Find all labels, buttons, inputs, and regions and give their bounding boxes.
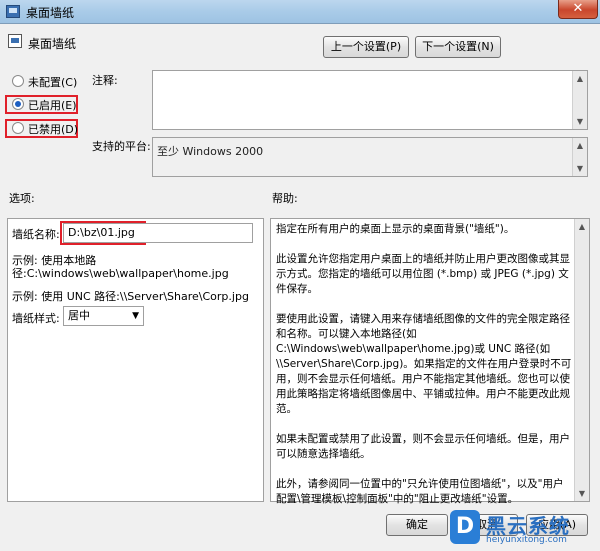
previous-setting-label: 上一个设置(P) xyxy=(330,40,402,53)
comment-label: 注释: xyxy=(92,74,118,87)
wallpaper-name-label: 墙纸名称: xyxy=(12,228,60,241)
policy-dialog: 桌面墙纸 ✕ 桌面墙纸 上一个设置(P) 下一个设置(N) 未配置(C) 已启用… xyxy=(0,0,600,551)
radio-disabled[interactable] xyxy=(12,122,24,134)
wallpaper-style-label: 墙纸样式: xyxy=(12,312,60,325)
scroll-up-icon[interactable]: ▲ xyxy=(573,71,587,86)
previous-setting-button[interactable]: 上一个设置(P) xyxy=(323,36,409,58)
platform-scrollbar[interactable]: ▲ ▼ xyxy=(572,138,587,176)
next-setting-button[interactable]: 下一个设置(N) xyxy=(415,36,501,58)
ok-label: 确定 xyxy=(406,518,428,531)
radio-enabled-label[interactable]: 已启用(E) xyxy=(28,97,77,113)
platform-value: 至少 Windows 2000 xyxy=(157,145,264,158)
wallpaper-name-input[interactable]: D:\bz\01.jpg xyxy=(63,223,253,243)
scroll-down-icon[interactable]: ▼ xyxy=(575,486,589,501)
next-setting-label: 下一个设置(N) xyxy=(422,40,494,53)
help-text: 指定在所有用户的桌面上显示的桌面背景("墙纸")。 此设置允许您指定用户桌面上的… xyxy=(276,222,572,522)
radio-disabled-label[interactable]: 已禁用(D) xyxy=(28,121,78,137)
ok-button[interactable]: 确定 xyxy=(386,514,448,536)
platform-label: 支持的平台: xyxy=(92,140,151,153)
scroll-down-icon[interactable]: ▼ xyxy=(573,161,587,176)
radio-enabled[interactable] xyxy=(12,98,24,110)
help-scrollbar[interactable]: ▲ ▼ xyxy=(574,219,589,501)
setting-icon xyxy=(8,34,22,48)
chevron-down-icon: ▼ xyxy=(132,311,139,321)
example-local-line2: 径:C:\windows\web\wallpaper\home.jpg xyxy=(12,267,229,280)
help-label: 帮助: xyxy=(272,192,298,205)
options-label: 选项: xyxy=(9,192,35,205)
help-paragraph: 此设置允许您指定用户桌面上的墙纸并防止用户更改图像或其显示方式。您指定的墙纸可以… xyxy=(276,253,570,295)
radio-not-configured[interactable] xyxy=(12,75,24,87)
help-paragraph: 此外，请参阅同一位置中的"只允许使用位图墙纸"，以及"用户配置\管理模板\控制面… xyxy=(276,478,564,505)
close-icon: ✕ xyxy=(572,1,584,16)
wallpaper-style-select[interactable]: 居中 ▼ xyxy=(63,306,144,326)
scroll-down-icon[interactable]: ▼ xyxy=(573,114,587,129)
comment-textarea[interactable]: ▲ ▼ xyxy=(152,70,588,130)
help-paragraph: 指定在所有用户的桌面上显示的桌面背景("墙纸")。 xyxy=(276,223,515,235)
window-title: 桌面墙纸 xyxy=(26,6,75,20)
wallpaper-style-value: 居中 xyxy=(68,309,90,322)
close-button[interactable]: ✕ xyxy=(558,0,598,19)
wallpaper-name-value: D:\bz\01.jpg xyxy=(68,226,135,239)
title-bar[interactable]: 桌面墙纸 ✕ xyxy=(0,0,600,24)
watermark-logo-icon: D xyxy=(450,510,480,544)
help-paragraph: 如果未配置或禁用了此设置，则不会显示任何墙纸。但是，用户可以随意选择墙纸。 xyxy=(276,433,570,460)
comment-scrollbar[interactable]: ▲ ▼ xyxy=(572,71,587,129)
help-paragraph: 要使用此设置，请键入用来存储墙纸图像的文件的完全限定路径和名称。可以键入本地路径… xyxy=(276,313,572,415)
scroll-up-icon[interactable]: ▲ xyxy=(575,219,589,234)
policy-icon xyxy=(6,5,20,18)
scroll-up-icon[interactable]: ▲ xyxy=(573,138,587,153)
site-watermark: D 黑云系统 heiyunxitong.com xyxy=(450,508,600,551)
setting-title: 桌面墙纸 xyxy=(28,37,77,51)
watermark-url: heiyunxitong.com xyxy=(486,535,567,545)
platform-field: 至少 Windows 2000 ▲ ▼ xyxy=(152,137,588,177)
radio-not-configured-label[interactable]: 未配置(C) xyxy=(28,74,77,90)
example-unc: 示例: 使用 UNC 路径:\\Server\Share\Corp.jpg xyxy=(12,290,249,303)
